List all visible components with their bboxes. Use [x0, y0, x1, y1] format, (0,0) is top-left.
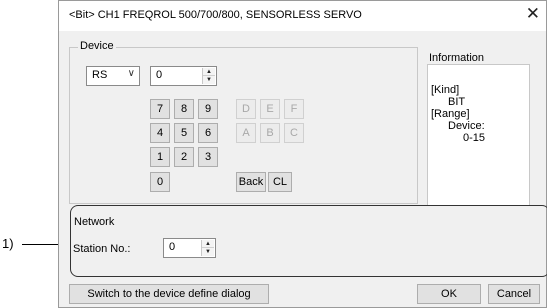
ok-button[interactable]: OK: [417, 284, 481, 304]
network-callout-highlight: [70, 205, 547, 277]
device-number-input[interactable]: 0 ▲ ▼: [150, 66, 217, 86]
clear-button[interactable]: CL: [268, 172, 292, 192]
switch-device-define-button[interactable]: Switch to the device define dialog: [69, 284, 269, 304]
device-type-select[interactable]: RS ∨: [86, 66, 140, 86]
key-e[interactable]: E: [260, 99, 280, 119]
key-9[interactable]: 9: [198, 99, 218, 119]
chevron-down-icon: ∨: [127, 68, 135, 79]
key-c[interactable]: C: [284, 123, 304, 143]
device-type-value: RS: [92, 69, 108, 81]
key-3[interactable]: 3: [198, 147, 218, 167]
info-kind-value: BIT: [448, 96, 466, 108]
key-2[interactable]: 2: [174, 147, 194, 167]
key-0[interactable]: 0: [150, 172, 170, 192]
information-panel: [Kind] BIT [Range] Device: 0-15: [427, 64, 530, 206]
info-range-device: Device:: [448, 120, 485, 132]
device-number-value: 0: [156, 69, 163, 81]
information-label: Information: [429, 52, 485, 64]
back-button[interactable]: Back: [236, 172, 266, 192]
key-8[interactable]: 8: [174, 99, 194, 119]
key-6[interactable]: 6: [198, 123, 218, 143]
key-b[interactable]: B: [260, 123, 280, 143]
key-4[interactable]: 4: [150, 123, 170, 143]
title-bar: <Bit> CH1 FREQROL 500/700/800, SENSORLES…: [59, 1, 546, 31]
key-7[interactable]: 7: [150, 99, 170, 119]
device-group-label: Device: [78, 40, 116, 52]
close-icon[interactable]: ✕: [526, 4, 540, 24]
key-d[interactable]: D: [236, 99, 256, 119]
key-5[interactable]: 5: [174, 123, 194, 143]
device-number-spinner: ▲ ▼: [202, 68, 215, 84]
spin-down-icon[interactable]: ▼: [203, 75, 215, 84]
dialog-title: <Bit> CH1 FREQROL 500/700/800, SENSORLES…: [69, 9, 362, 21]
info-range-heading: [Range]: [431, 108, 470, 120]
cancel-button[interactable]: Cancel: [488, 284, 540, 304]
callout-number: 1): [2, 236, 14, 251]
key-1[interactable]: 1: [150, 147, 170, 167]
key-a[interactable]: A: [236, 123, 256, 143]
key-f[interactable]: F: [284, 99, 304, 119]
info-kind-heading: [Kind]: [431, 84, 460, 96]
info-range-value: 0-15: [463, 132, 486, 144]
